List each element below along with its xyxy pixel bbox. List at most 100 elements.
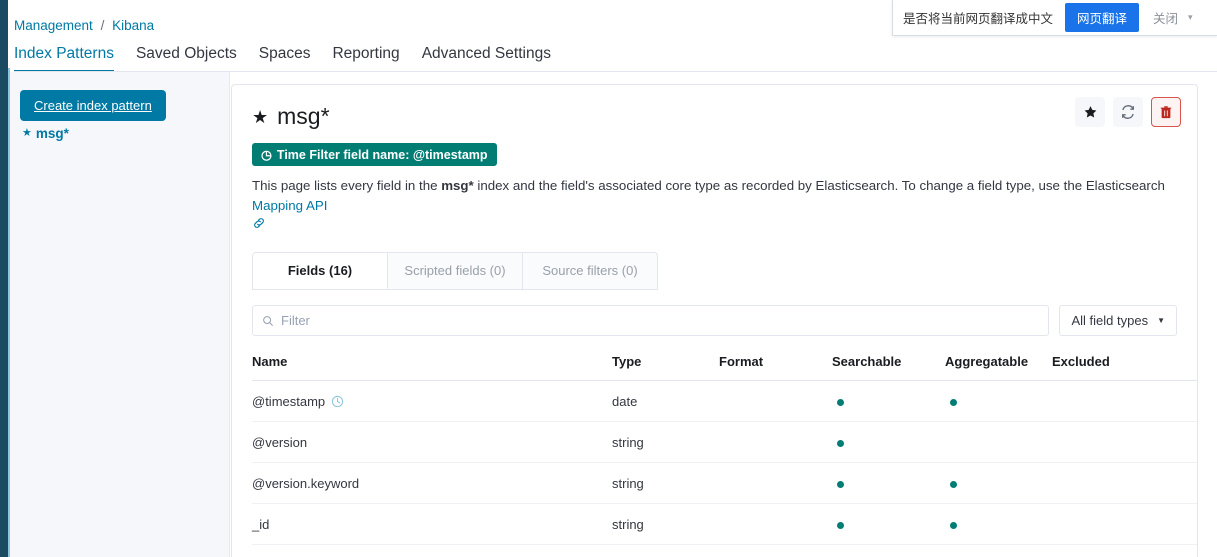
search-icon <box>263 315 273 326</box>
refresh-icon <box>1122 105 1134 119</box>
translate-page-button[interactable]: 网页翻译 <box>1065 3 1140 32</box>
cell-field-name: @timestamp <box>252 380 612 422</box>
filter-toolbar: All field types ▼ <box>252 305 1177 336</box>
breadcrumb-separator: / <box>100 18 105 33</box>
cell-field-type: string <box>612 421 719 463</box>
clock-icon <box>332 395 344 407</box>
column-header-searchable[interactable]: Searchable <box>832 354 945 381</box>
field-name-text: _id <box>252 516 270 532</box>
chevron-down-icon: ▼ <box>1157 316 1165 325</box>
cell-searchable <box>832 503 945 545</box>
field-name-text: @version <box>252 434 308 450</box>
cell-aggregatable <box>945 544 1052 557</box>
cell-field-type: date <box>612 380 719 422</box>
cell-field-format <box>719 544 832 557</box>
cell-searchable <box>832 421 945 463</box>
cell-field-type: string <box>612 503 719 545</box>
sidebar-item-msg-pattern[interactable]: ★ msg* <box>22 126 69 141</box>
fields-table: Name Type Format Searchable Aggregatable… <box>252 354 1198 557</box>
translate-prompt-bar: 是否将当前网页翻译成中文 网页翻译 关闭 ▾ <box>892 0 1217 36</box>
create-index-pattern-button[interactable]: Create index pattern <box>20 90 166 121</box>
description-index-name: msg* <box>441 178 474 193</box>
tab-fields[interactable]: Fields (16) <box>253 253 388 289</box>
time-filter-badge: ◷ Time Filter field name: @timestamp <box>252 143 497 166</box>
column-header-name[interactable]: Name <box>252 354 612 381</box>
table-row: @version string <box>252 421 1198 463</box>
cell-actions <box>1162 421 1198 463</box>
translate-prompt-text: 是否将当前网页翻译成中文 <box>903 12 1054 26</box>
status-dot <box>837 439 844 447</box>
table-row: @version.keyword string <box>252 462 1198 504</box>
panel-action-buttons <box>1075 97 1181 127</box>
fields-table-wrapper: Name Type Format Searchable Aggregatable… <box>252 354 1197 557</box>
edit-pencil-icon[interactable] <box>1197 474 1198 489</box>
cell-actions <box>1162 503 1198 545</box>
panel-description: This page lists every field in the msg* … <box>252 176 1177 236</box>
status-dot <box>837 480 844 488</box>
table-row: @timestamp date <box>252 380 1198 422</box>
edit-pencil-icon[interactable] <box>1197 392 1198 407</box>
column-header-aggregatable[interactable]: Aggregatable <box>945 354 1052 381</box>
table-row: _id string <box>252 503 1198 545</box>
star-icon <box>1084 105 1096 117</box>
cell-field-format <box>719 380 832 422</box>
star-icon: ★ <box>22 127 32 139</box>
cell-field-name: _index <box>252 544 612 557</box>
status-dot <box>837 398 844 406</box>
cell-field-format <box>719 503 832 545</box>
cell-aggregatable <box>945 462 1052 504</box>
column-header-format[interactable]: Format <box>719 354 832 381</box>
field-name-text: @timestamp <box>252 393 326 409</box>
tab-index-patterns[interactable]: Index Patterns <box>14 45 114 72</box>
fields-table-body: @timestamp date @version string @version.key… <box>252 380 1198 557</box>
tab-reporting[interactable]: Reporting <box>332 45 399 72</box>
column-header-actions <box>1162 354 1197 381</box>
edit-pencil-icon[interactable] <box>1197 433 1198 448</box>
tab-saved-objects[interactable]: Saved Objects <box>136 45 237 72</box>
column-header-excluded[interactable]: Excluded <box>1052 354 1162 381</box>
status-dot <box>950 480 957 488</box>
cell-searchable <box>832 380 945 422</box>
cell-field-type: string <box>612 544 719 557</box>
tab-spaces[interactable]: Spaces <box>259 45 311 72</box>
tab-advanced-settings[interactable]: Advanced Settings <box>422 45 551 72</box>
chevron-down-icon[interactable]: ▾ <box>1188 12 1193 23</box>
description-part-2: index and the field's associated core ty… <box>473 178 1165 193</box>
set-default-button[interactable] <box>1075 97 1105 127</box>
edit-pencil-icon[interactable] <box>1197 515 1198 530</box>
cell-field-name: _id <box>252 503 612 545</box>
cell-field-name: @version <box>252 421 612 463</box>
trash-icon <box>1160 106 1172 119</box>
translate-close-link[interactable]: 关闭 <box>1153 8 1178 27</box>
field-type-filter-dropdown[interactable]: All field types ▼ <box>1059 305 1177 336</box>
cell-excluded <box>1052 462 1162 504</box>
status-dot <box>837 521 844 529</box>
create-index-pattern-label: Create index pattern <box>34 98 152 113</box>
field-name-wrapper: @timestamp <box>252 394 612 409</box>
refresh-fields-button[interactable] <box>1113 97 1143 127</box>
status-dot <box>950 398 957 406</box>
filter-input-wrapper[interactable] <box>252 305 1050 336</box>
index-pattern-detail-panel: ★ msg* ◷ Time Filter field name: @timest… <box>231 84 1198 557</box>
field-section-tabs: Fields (16) Scripted fields (0) Source f… <box>252 252 658 290</box>
external-link-icon[interactable] <box>252 216 266 230</box>
cell-searchable <box>832 462 945 504</box>
page-title-text: msg* <box>277 103 330 129</box>
column-header-type[interactable]: Type <box>612 354 719 381</box>
delete-index-pattern-button[interactable] <box>1151 97 1181 127</box>
kibana-index-pattern-page: 是否将当前网页翻译成中文 网页翻译 关闭 ▾ Management / Kiba… <box>0 0 1217 557</box>
index-pattern-sidebar: Create index pattern ★ msg* <box>10 72 230 557</box>
cell-field-type: string <box>612 462 719 504</box>
breadcrumb-kibana[interactable]: Kibana <box>112 18 154 33</box>
field-name-wrapper: _id <box>252 517 612 532</box>
description-part-1: This page lists every field in the <box>252 178 442 193</box>
tab-source-filters[interactable]: Source filters (0) <box>523 253 657 289</box>
panel-header: ★ msg* <box>232 85 1197 137</box>
search-input[interactable] <box>281 313 1040 328</box>
cell-actions <box>1162 380 1198 422</box>
fields-table-head: Name Type Format Searchable Aggregatable… <box>252 354 1197 381</box>
breadcrumb-management[interactable]: Management <box>14 18 93 33</box>
tab-scripted-fields[interactable]: Scripted fields (0) <box>388 253 523 289</box>
cell-actions <box>1162 544 1197 557</box>
mapping-api-link[interactable]: Mapping API <box>252 198 327 213</box>
